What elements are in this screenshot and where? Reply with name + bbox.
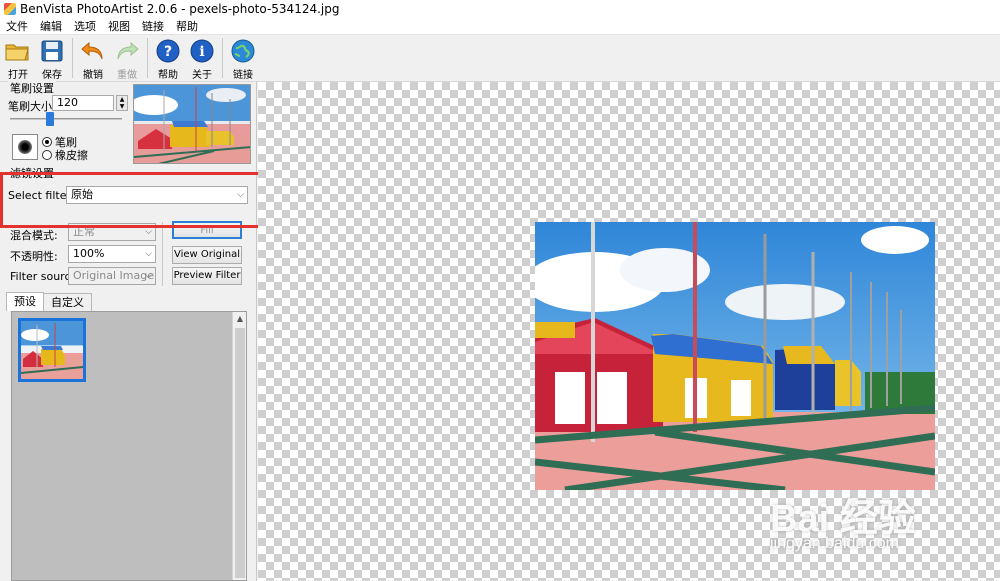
link-button[interactable]: 链接 <box>227 35 259 81</box>
help-button[interactable]: ? 帮助 <box>152 35 184 81</box>
save-button[interactable]: 保存 <box>36 35 68 81</box>
scrollbar-thumb[interactable] <box>235 328 245 578</box>
brush-settings-title: 笔刷设置 <box>8 80 56 96</box>
svg-text:i: i <box>199 44 204 60</box>
brush-size-slider-thumb[interactable] <box>46 112 54 126</box>
opacity-select[interactable]: 100% ⌵ <box>68 245 156 263</box>
question-mark-icon: ? <box>155 39 181 63</box>
undo-button[interactable]: 撤销 <box>77 35 109 81</box>
annotation-highlight <box>0 172 279 228</box>
brush-size-input[interactable]: 120 <box>52 95 114 111</box>
brush-preview <box>12 134 38 160</box>
brush-tip-icon <box>18 140 32 154</box>
scroll-up-icon[interactable]: ▲ <box>233 312 247 326</box>
preset-tabs: 预设 自定义 <box>6 292 92 312</box>
about-label: 关于 <box>192 70 212 81</box>
svg-text:?: ? <box>164 44 172 60</box>
title-bar: BenVista PhotoArtist 2.0.6 - pexels-phot… <box>0 0 1000 18</box>
save-label: 保存 <box>42 70 62 81</box>
preset-scrollbar[interactable]: ▲ <box>232 312 246 580</box>
eraser-mode-radio[interactable]: 橡皮擦 <box>42 147 88 163</box>
brush-size-spinner[interactable]: ▲ ▼ <box>116 95 128 111</box>
toolbar-separator <box>222 38 223 78</box>
chevron-down-icon: ⌵ <box>145 271 152 281</box>
about-button[interactable]: i 关于 <box>186 35 218 81</box>
opacity-value: 100% <box>73 247 105 260</box>
filter-source-value: Original Image <box>73 269 154 282</box>
folder-icon <box>5 39 31 63</box>
image-canvas[interactable] <box>258 82 1000 581</box>
eraser-mode-label: 橡皮擦 <box>55 149 88 162</box>
radio-eraser[interactable] <box>42 150 52 160</box>
redo-arrow-icon <box>114 39 140 63</box>
preview-filter-button[interactable]: Preview Filter <box>172 267 242 285</box>
toolbar-separator <box>147 38 148 78</box>
radio-brush[interactable] <box>42 137 52 147</box>
redo-label: 重做 <box>117 70 137 81</box>
help-label: 帮助 <box>158 70 178 81</box>
link-label: 链接 <box>233 70 253 81</box>
menu-view[interactable]: 视图 <box>102 18 136 34</box>
menu-link[interactable]: 链接 <box>136 18 170 34</box>
menu-help[interactable]: 帮助 <box>170 18 204 34</box>
redo-button[interactable]: 重做 <box>111 35 143 81</box>
menu-edit[interactable]: 编辑 <box>34 18 68 34</box>
toolbar-separator <box>72 38 73 78</box>
divider <box>162 222 163 286</box>
floppy-disk-icon <box>39 39 65 63</box>
menu-options[interactable]: 选项 <box>68 18 102 34</box>
brush-size-slider[interactable] <box>10 118 122 120</box>
navigator-thumbnail[interactable] <box>133 84 251 164</box>
preset-list: ▲ <box>11 311 247 581</box>
menu-file[interactable]: 文件 <box>0 18 34 34</box>
globe-icon <box>230 39 256 63</box>
left-panel: 笔刷设置 笔刷大小: 120 ▲ ▼ 笔刷 橡皮擦 滤镜设置 Select fi… <box>0 80 257 581</box>
open-button[interactable]: 打开 <box>2 35 34 81</box>
undo-label: 撤销 <box>83 70 103 81</box>
opacity-label: 不透明性: <box>10 250 58 263</box>
chevron-down-icon: ⌵ <box>145 249 152 259</box>
view-original-button[interactable]: View Original <box>172 246 242 264</box>
menu-bar: 文件 编辑 选项 视图 链接 帮助 <box>0 18 1000 35</box>
blend-mode-label: 混合模式: <box>10 229 58 242</box>
brush-settings-group: 笔刷设置 笔刷大小: 120 ▲ ▼ 笔刷 橡皮擦 <box>4 80 130 163</box>
info-icon: i <box>189 39 215 63</box>
filter-source-select[interactable]: Original Image ⌵ <box>68 267 156 285</box>
photo-preview[interactable] <box>535 222 935 490</box>
tab-custom[interactable]: 自定义 <box>43 293 92 311</box>
preset-thumbnail[interactable] <box>18 318 86 382</box>
tab-presets[interactable]: 预设 <box>6 292 44 311</box>
window-title: BenVista PhotoArtist 2.0.6 - pexels-phot… <box>20 2 340 16</box>
toolbar: 打开 保存 撤销 重做 ? 帮助 i 关于 链接 <box>0 35 1000 82</box>
app-icon <box>4 3 16 15</box>
undo-arrow-icon <box>80 39 106 63</box>
open-label: 打开 <box>8 70 28 81</box>
